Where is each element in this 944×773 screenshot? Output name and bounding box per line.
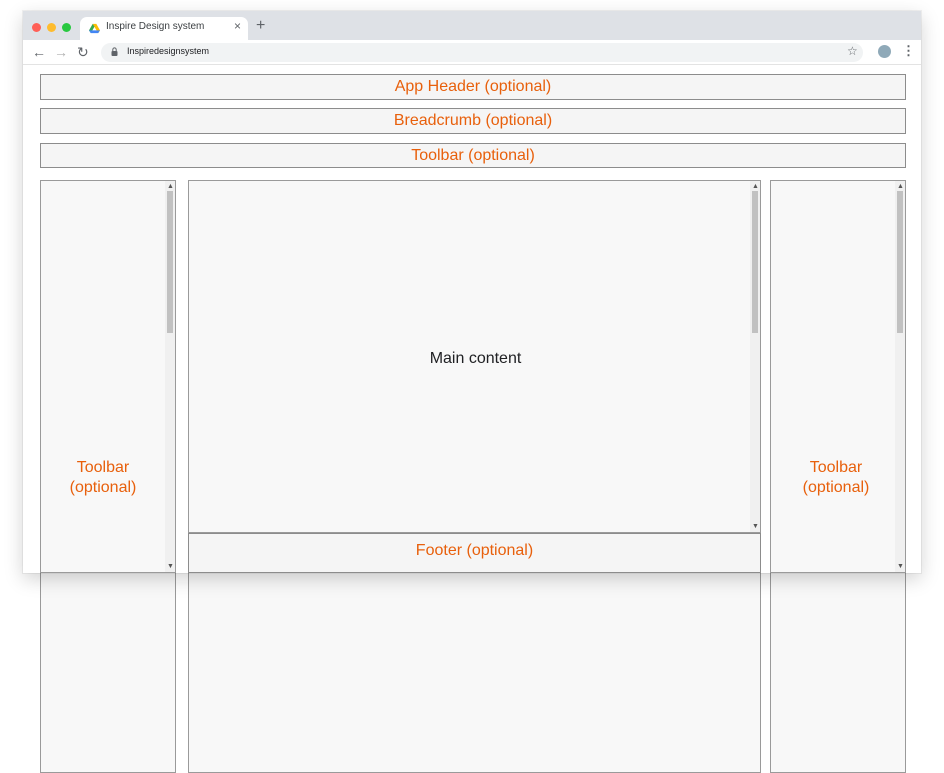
browser-menu-icon[interactable]: ⋮ (902, 43, 915, 59)
toolbar-top-label: Toolbar (optional) (411, 147, 535, 164)
right-scroll-up-arrow-icon[interactable]: ▲ (897, 183, 904, 190)
url-text: Inspiredesignsystem (127, 46, 210, 56)
tab-close-icon[interactable]: × (234, 19, 241, 33)
breadcrumb-region: Breadcrumb (optional) (40, 108, 906, 134)
toolbar-top-region: Toolbar (optional) (40, 143, 906, 168)
left-scrollbar-thumb[interactable] (167, 191, 173, 333)
back-arrow-icon[interactable]: ← (32, 44, 46, 60)
bookmark-star-icon[interactable]: ☆ (847, 44, 858, 58)
left-scrollbar[interactable]: ▲ ▼ (165, 181, 175, 572)
app-header-region: App Header (optional) (40, 74, 906, 100)
main-scrollbar-thumb[interactable] (752, 191, 758, 333)
scroll-down-arrow-icon[interactable]: ▼ (167, 563, 174, 570)
address-bar: ← → ↻ Inspiredesignsystem ☆ ⋮ (23, 40, 921, 65)
forward-arrow-icon[interactable]: → (54, 44, 68, 60)
profile-avatar[interactable] (878, 45, 891, 58)
left-toolbar-label: Toolbar (optional) (41, 458, 165, 498)
tab-title: Inspire Design system (106, 21, 205, 32)
right-toolbar-label-line1: Toolbar (809, 459, 863, 476)
lock-icon (111, 47, 118, 56)
breadcrumb-label: Breadcrumb (optional) (393, 112, 553, 129)
right-toolbar-label-line2: (optional) (802, 479, 870, 496)
browser-tab[interactable]: Inspire Design system × (80, 17, 248, 40)
footer-label: Footer (optional) (415, 542, 534, 559)
right-scrollbar[interactable]: ▲ ▼ (895, 181, 905, 572)
main-scroll-up-arrow-icon[interactable]: ▲ (752, 183, 759, 190)
app-header-label: App Header (optional) (394, 78, 552, 95)
new-tab-button[interactable]: + (256, 17, 265, 35)
main-content-panel: ▲ ▼ Main content (188, 180, 761, 533)
drive-icon (89, 23, 100, 34)
left-toolbar-label-line2: (optional) (69, 479, 137, 496)
right-toolbar-label: Toolbar (optional) (771, 458, 901, 498)
right-scrollbar-thumb[interactable] (897, 191, 903, 333)
browser-titlebar: Inspire Design system × + (23, 11, 921, 40)
maximize-window-dot[interactable] (62, 23, 71, 32)
reload-icon[interactable]: ↻ (77, 44, 89, 60)
main-content-label: Main content (429, 350, 522, 367)
main-scroll-down-arrow-icon[interactable]: ▼ (752, 523, 759, 530)
close-window-dot[interactable] (32, 23, 41, 32)
minimize-window-dot[interactable] (47, 23, 56, 32)
right-scroll-down-arrow-icon[interactable]: ▼ (897, 563, 904, 570)
left-toolbar-panel: ▲ ▼ Toolbar (optional) (40, 180, 176, 573)
footer-region: Footer (optional) (188, 533, 761, 573)
left-toolbar-label-line1: Toolbar (76, 459, 130, 476)
url-field[interactable]: Inspiredesignsystem ☆ (101, 43, 863, 62)
right-toolbar-panel: ▲ ▼ Toolbar (optional) (770, 180, 906, 573)
scroll-up-arrow-icon[interactable]: ▲ (167, 183, 174, 190)
